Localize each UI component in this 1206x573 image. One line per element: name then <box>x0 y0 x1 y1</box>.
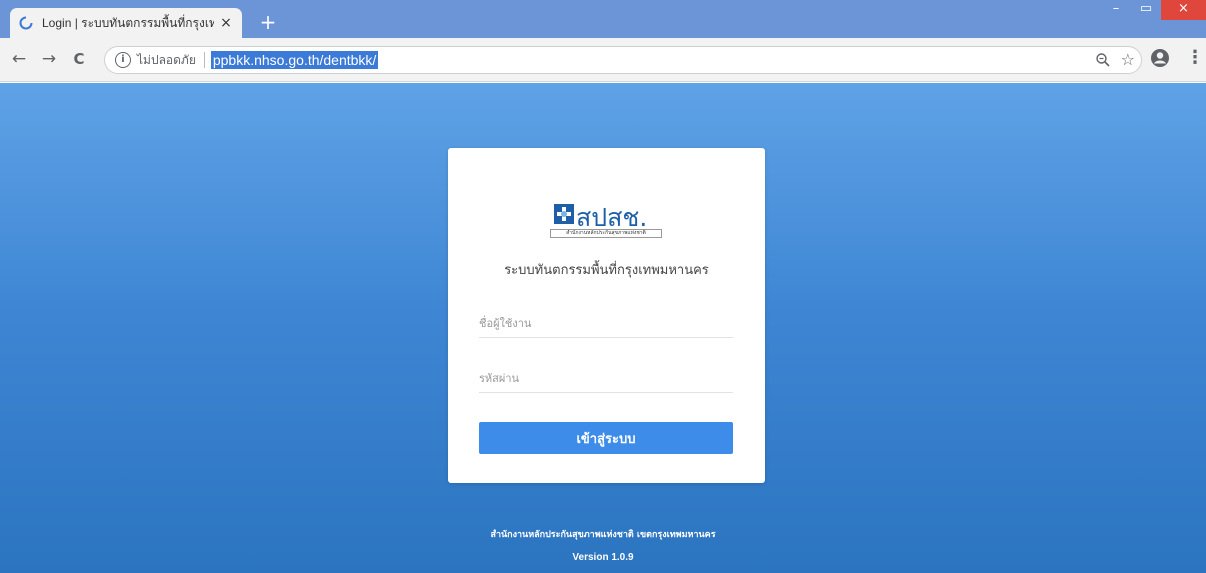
address-bar[interactable]: i ไม่ปลอดภัย ppbkk.nhso.go.th/dentbkk/ ☆ <box>104 46 1142 74</box>
new-tab-button[interactable]: + <box>256 10 280 34</box>
maximize-button[interactable]: ▭ <box>1131 0 1161 20</box>
password-input[interactable] <box>479 365 733 393</box>
nhso-logo: สปสช. สำนักงานหลักประกันสุขภาพแห่งชาติ <box>550 198 662 238</box>
browser-menu-icon[interactable]: ⋮ <box>1186 47 1204 68</box>
reload-button[interactable]: C <box>68 48 90 70</box>
bookmark-star-icon[interactable]: ☆ <box>1121 50 1135 69</box>
loading-icon <box>18 15 34 31</box>
browser-toolbar: ← → C i ไม่ปลอดภัย ppbkk.nhso.go.th/dent… <box>0 38 1206 82</box>
page-background: สปสช. สำนักงานหลักประกันสุขภาพแห่งชาติ ร… <box>0 83 1206 573</box>
info-icon[interactable]: i <box>115 52 131 68</box>
login-button[interactable]: เข้าสู่ระบบ <box>479 422 733 454</box>
username-input[interactable] <box>479 310 733 338</box>
login-card: สปสช. สำนักงานหลักประกันสุขภาพแห่งชาติ ร… <box>448 148 765 483</box>
tab-title: Login | ระบบทันตกรรมพื้นที่กรุงเทพมหา <box>42 15 214 30</box>
logo-subtitle: สำนักงานหลักประกันสุขภาพแห่งชาติ <box>550 229 662 238</box>
footer-organization: สำนักงานหลักประกันสุขภาพแห่งชาติ เขตกรุง… <box>490 530 716 540</box>
browser-tab[interactable]: Login | ระบบทันตกรรมพื้นที่กรุงเทพมหา × <box>10 8 242 38</box>
browser-tab-bar: Login | ระบบทันตกรรมพื้นที่กรุงเทพมหา × … <box>0 0 1206 38</box>
minimize-button[interactable]: – <box>1101 0 1131 20</box>
url-text[interactable]: ppbkk.nhso.go.th/dentbkk/ <box>210 51 379 69</box>
tab-close-icon[interactable]: × <box>218 15 234 31</box>
window-close-button[interactable]: × <box>1161 0 1206 20</box>
profile-icon[interactable] <box>1150 48 1170 68</box>
address-separator <box>203 52 205 68</box>
window-controls: – ▭ × <box>1101 0 1206 22</box>
back-button[interactable]: ← <box>8 48 30 70</box>
system-title: ระบบทันตกรรมพื้นที่กรุงเทพมหานคร <box>504 263 709 278</box>
zoom-icon[interactable] <box>1095 52 1111 68</box>
footer-version: Version 1.0.9 <box>572 552 634 563</box>
logo-cross-icon <box>554 204 574 224</box>
forward-button[interactable]: → <box>38 48 60 70</box>
security-label[interactable]: ไม่ปลอดภัย <box>137 51 196 70</box>
